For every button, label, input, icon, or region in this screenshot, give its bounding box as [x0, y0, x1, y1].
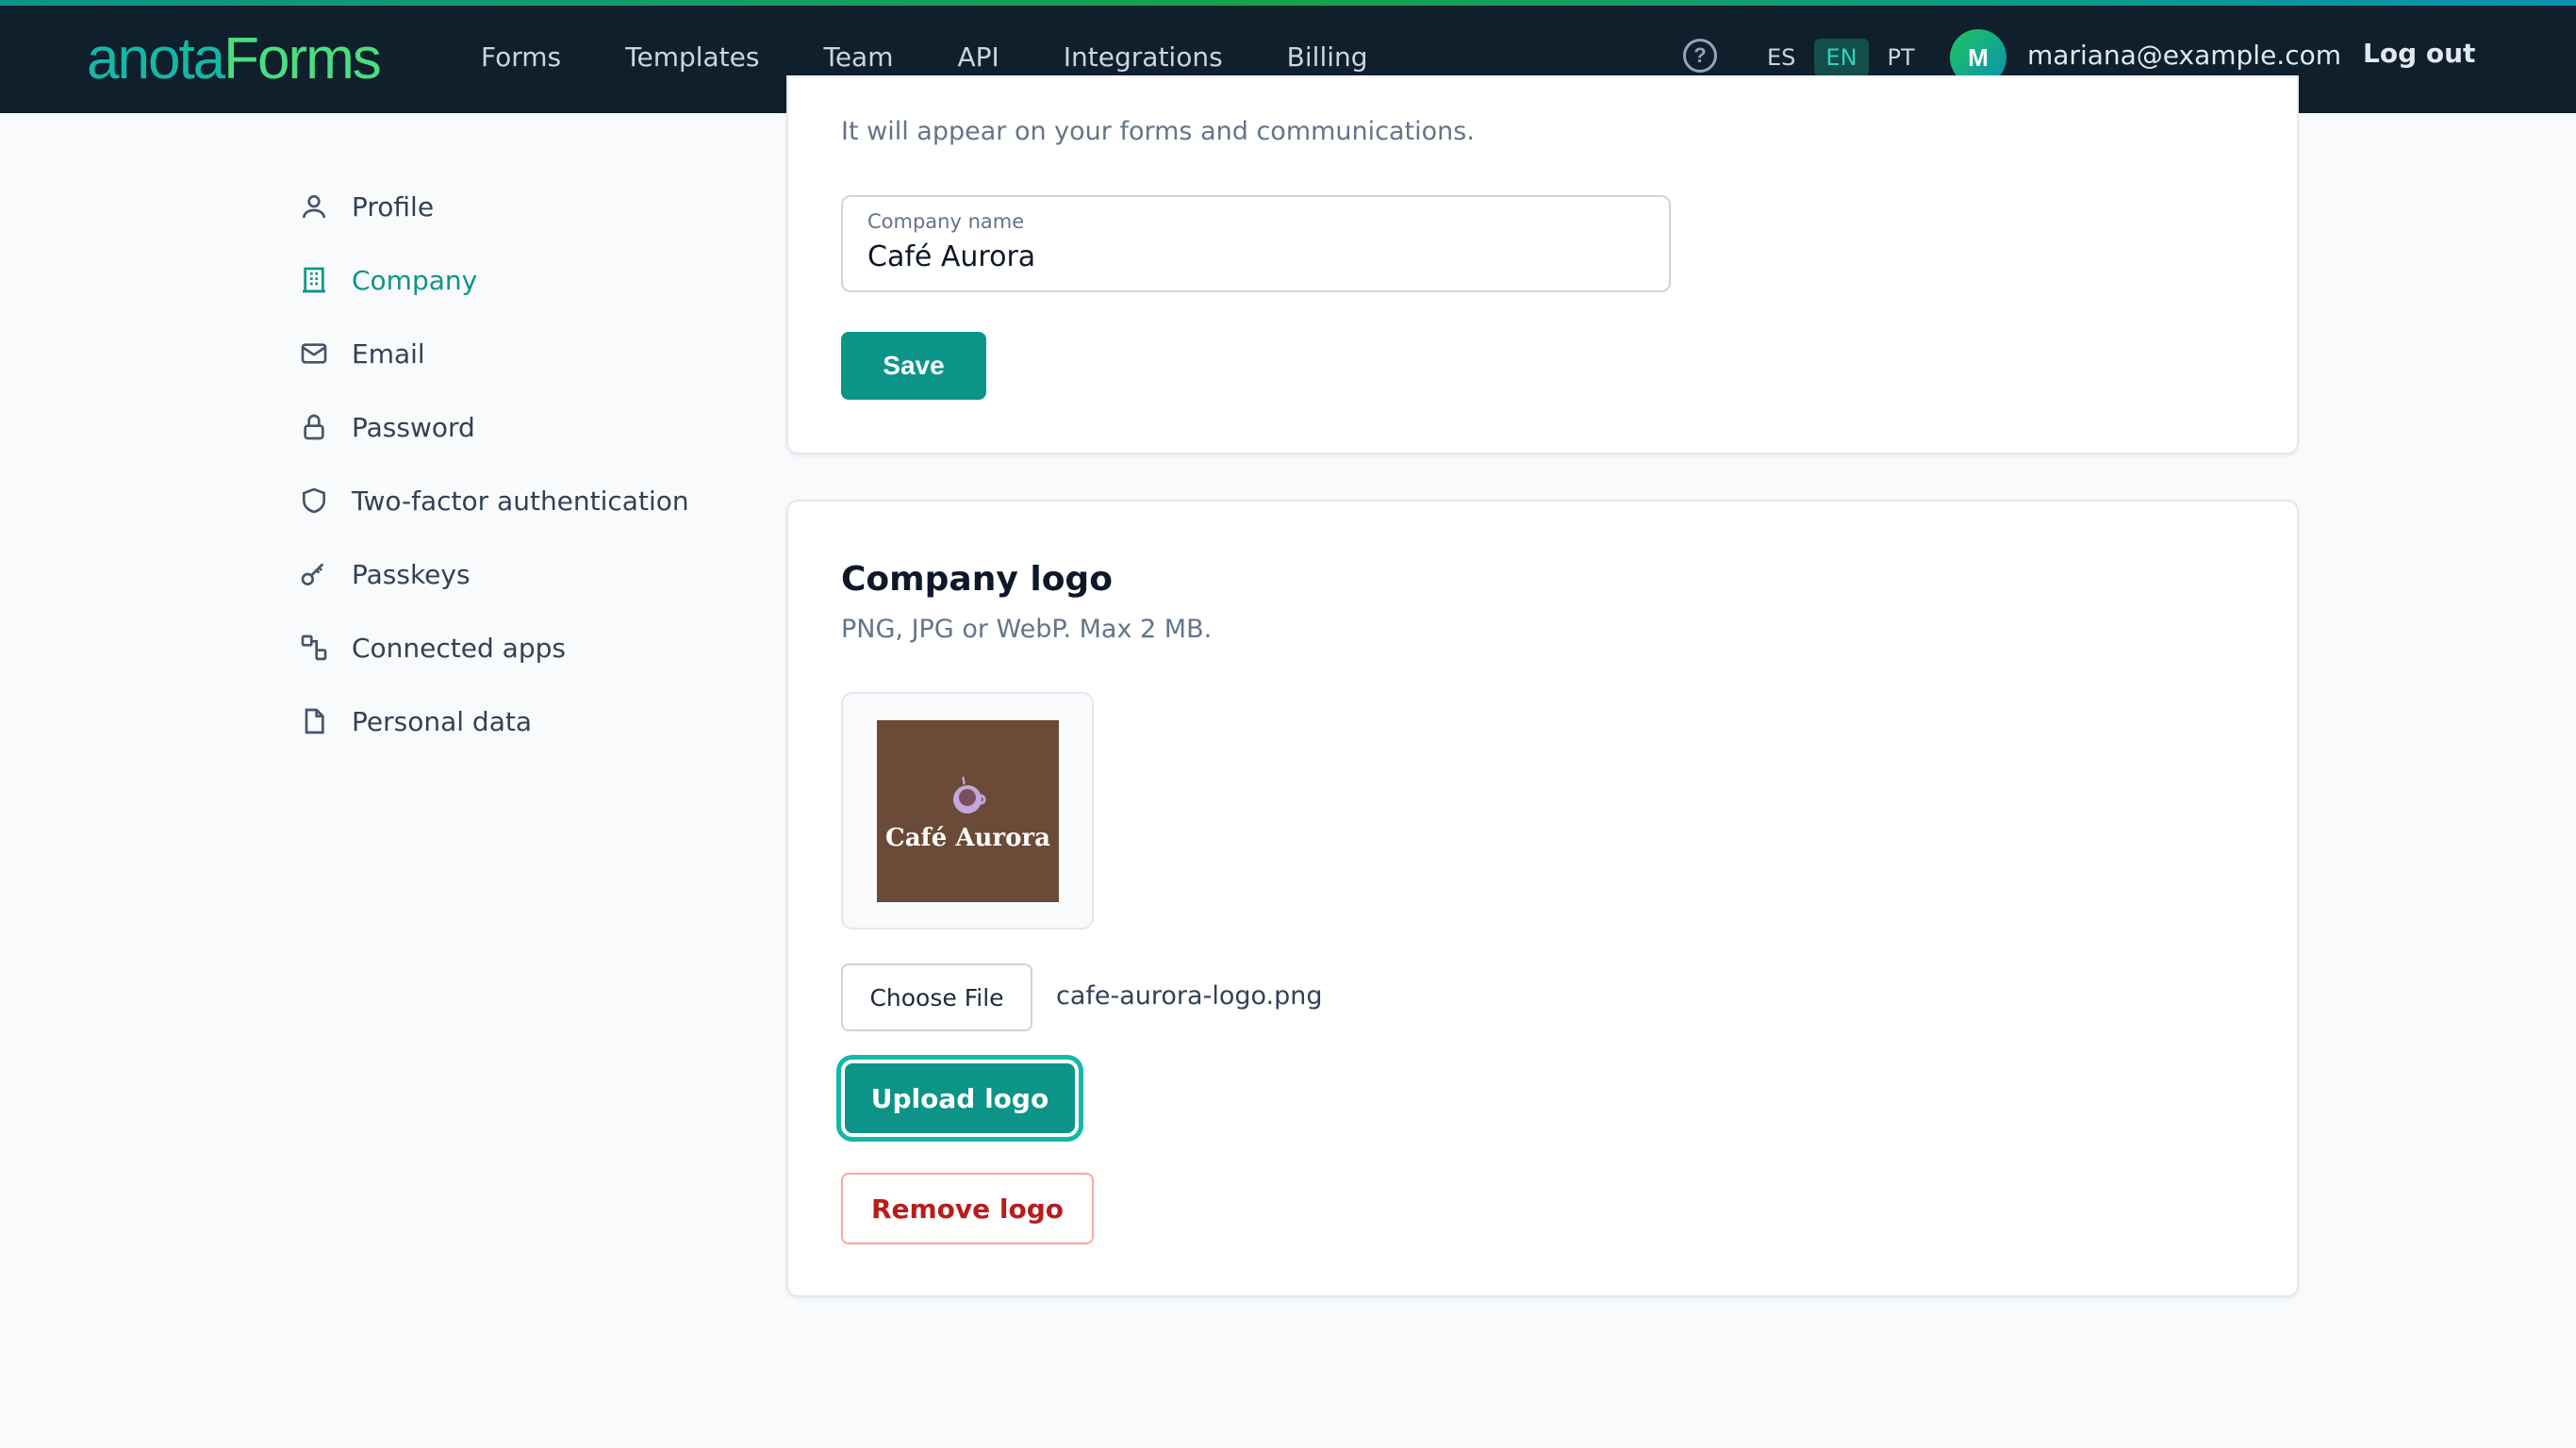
nav-billing[interactable]: Billing	[1287, 41, 1368, 73]
sidebar-item-passkeys[interactable]: Passkeys	[297, 537, 787, 611]
sidebar-item-profile[interactable]: Profile	[297, 170, 787, 243]
nav-integrations[interactable]: Integrations	[1064, 41, 1223, 73]
sidebar-item-label: Email	[352, 337, 425, 370]
remove-logo-button[interactable]: Remove logo	[841, 1173, 1094, 1244]
settings-sidebar: Profile Company Email Password Two-facto…	[297, 170, 787, 758]
company-name-card: It will appear on your forms and communi…	[786, 75, 2299, 454]
brand-logo-part1: anota	[87, 26, 225, 91]
shield-icon	[297, 484, 331, 518]
sidebar-item-label: Connected apps	[352, 632, 566, 664]
sidebar-item-label: Profile	[352, 190, 435, 222]
choose-file-button[interactable]: Choose File	[841, 963, 1032, 1031]
nav-team[interactable]: Team	[823, 41, 893, 73]
company-logo-description: PNG, JPG or WebP. Max 2 MB.	[841, 615, 1213, 644]
company-logo-card: Company logo PNG, JPG or WebP. Max 2 MB.…	[786, 500, 2299, 1297]
sidebar-item-password[interactable]: Password	[297, 390, 787, 464]
lang-es[interactable]: ES	[1756, 39, 1807, 76]
lock-icon	[297, 410, 331, 444]
sidebar-item-personal-data[interactable]: Personal data	[297, 684, 787, 758]
connected-apps-icon	[297, 631, 331, 665]
nav-api[interactable]: API	[958, 41, 999, 73]
selected-file-name: cafe-aurora-logo.png	[1056, 981, 1323, 1011]
sidebar-item-connected-apps[interactable]: Connected apps	[297, 611, 787, 684]
nav-forms[interactable]: Forms	[481, 41, 561, 73]
sidebar-item-label: Personal data	[352, 705, 532, 737]
company-logo-image: Café Aurora	[877, 720, 1059, 902]
company-name-label: Company name	[867, 210, 1025, 233]
logo-wordmark: Café Aurora	[885, 823, 1050, 852]
nav-templates[interactable]: Templates	[625, 41, 759, 73]
company-name-input[interactable]	[867, 240, 1641, 273]
lang-pt[interactable]: PT	[1876, 39, 1926, 76]
brand-logo-part2: Forms	[223, 26, 382, 91]
lang-en[interactable]: EN	[1814, 39, 1869, 76]
question-circle-icon[interactable]: ?	[1683, 39, 1717, 73]
key-icon	[297, 557, 331, 591]
sidebar-item-two-factor[interactable]: Two-factor authentication	[297, 464, 787, 537]
sidebar-item-label: Password	[352, 411, 475, 443]
save-button[interactable]: Save	[841, 332, 986, 400]
sidebar-item-label: Passkeys	[352, 558, 471, 590]
logo-preview: Café Aurora	[841, 692, 1094, 930]
coffee-cup-icon	[952, 775, 986, 814]
sidebar-item-company[interactable]: Company	[297, 243, 787, 317]
logout-button[interactable]: Log out	[2363, 38, 2475, 69]
mail-icon	[297, 337, 331, 370]
company-name-field[interactable]: Company name	[841, 195, 1671, 292]
language-switcher: ES EN PT	[1756, 39, 1926, 76]
user-icon	[297, 189, 331, 223]
company-name-description: It will appear on your forms and communi…	[841, 117, 1475, 146]
sidebar-item-label: Two-factor authentication	[352, 485, 689, 517]
brand-logo[interactable]: anotaForms	[87, 26, 382, 92]
user-email[interactable]: mariana@example.com	[2027, 40, 2341, 71]
sidebar-item-label: Company	[352, 264, 478, 296]
upload-logo-button[interactable]: Upload logo	[841, 1060, 1079, 1137]
company-logo-title: Company logo	[841, 560, 1113, 599]
file-icon	[297, 704, 331, 738]
sidebar-item-email[interactable]: Email	[297, 317, 787, 390]
building-icon	[297, 263, 331, 297]
